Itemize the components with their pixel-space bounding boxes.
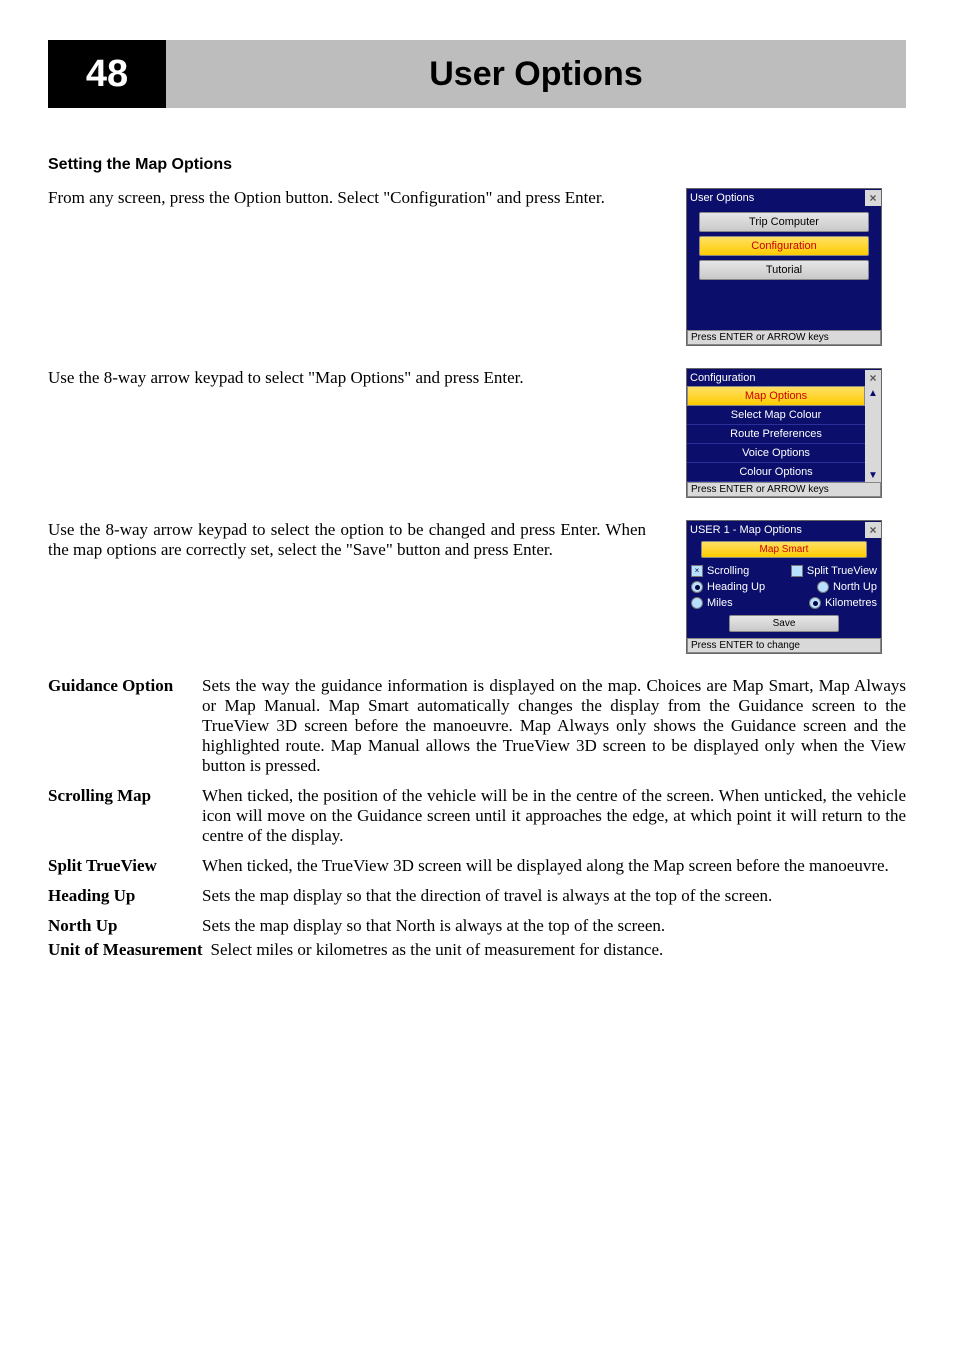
menu-item-map-options: Map Options	[687, 386, 865, 406]
radio-kilometres	[809, 597, 821, 609]
option-row-heading: Heading Up North Up	[691, 579, 877, 595]
def-term: Guidance Option	[48, 676, 198, 696]
radio-north-up	[817, 581, 829, 593]
scroll-up-icon: ▲	[866, 386, 880, 400]
header-bar: 48 User Options	[48, 40, 906, 108]
screen1-title: User Options	[687, 192, 754, 204]
definitions-table: Guidance Option Sets the way the guidanc…	[48, 676, 906, 936]
content-row-2: Use the 8-way arrow keypad to select "Ma…	[48, 368, 906, 510]
checkbox-split-trueview	[791, 565, 803, 577]
def-desc: Sets the map display so that North is al…	[202, 916, 906, 936]
section-title: Setting the Map Options	[48, 156, 906, 174]
def-guidance-option: Guidance Option Sets the way the guidanc…	[48, 676, 906, 776]
def-term: Split TrueView	[48, 856, 198, 876]
label-heading-up: Heading Up	[707, 581, 765, 593]
screen1-status: Press ENTER or ARROW keys	[687, 330, 881, 345]
option-row-scrolling: × Scrolling Split TrueView	[691, 563, 877, 579]
close-icon: ×	[865, 370, 881, 386]
menu-item-voice-options: Voice Options	[687, 444, 865, 463]
def-term: Heading Up	[48, 886, 198, 906]
menu-item-tutorial: Tutorial	[699, 260, 869, 280]
def-split-trueview: Split TrueView When ticked, the TrueView…	[48, 856, 906, 876]
label-scrolling: Scrolling	[707, 565, 749, 577]
option-row-units: Miles Kilometres	[691, 595, 877, 611]
radio-miles	[691, 597, 703, 609]
device-screen-user-options: User Options × Trip Computer Configurati…	[686, 188, 882, 346]
label-split-trueview: Split TrueView	[807, 565, 877, 577]
page-number: 48	[48, 40, 166, 108]
menu-item-configuration: Configuration	[699, 236, 869, 256]
close-icon: ×	[865, 522, 881, 538]
paragraph-1: From any screen, press the Option button…	[48, 188, 686, 208]
paragraph-2: Use the 8-way arrow keypad to select "Ma…	[48, 368, 686, 388]
screen2-title: Configuration	[687, 372, 755, 384]
map-smart-highlight: Map Smart	[701, 541, 867, 558]
menu-item-trip-computer: Trip Computer	[699, 212, 869, 232]
def-desc: Select miles or kilometres as the unit o…	[211, 940, 906, 960]
radio-heading-up	[691, 581, 703, 593]
def-term: North Up	[48, 916, 198, 936]
content-row-3: Use the 8-way arrow keypad to select the…	[48, 520, 906, 666]
def-term: Unit of Measurement	[48, 940, 207, 960]
screen2-status: Press ENTER or ARROW keys	[687, 482, 881, 497]
def-north-up: North Up Sets the map display so that No…	[48, 916, 906, 936]
paragraph-3: Use the 8-way arrow keypad to select the…	[48, 520, 686, 560]
page-title: User Options	[166, 40, 906, 108]
device-screen-map-options: USER 1 - Map Options × Map Smart × Scrol…	[686, 520, 882, 654]
menu-item-select-map-colour: Select Map Colour	[687, 406, 865, 425]
def-desc: When ticked, the TrueView 3D screen will…	[202, 856, 906, 876]
menu-item-colour-options: Colour Options	[687, 463, 865, 482]
def-heading-up: Heading Up Sets the map display so that …	[48, 886, 906, 906]
scroll-down-icon: ▼	[866, 468, 880, 482]
def-scrolling-map: Scrolling Map When ticked, the position …	[48, 786, 906, 846]
def-desc: Sets the way the guidance information is…	[202, 676, 906, 776]
scrollbar: ▲ ▼	[865, 386, 881, 482]
checkbox-scrolling: ×	[691, 565, 703, 577]
def-unit-of-measurement: Unit of Measurement Select miles or kilo…	[48, 940, 906, 960]
save-button: Save	[729, 615, 839, 632]
screen3-status: Press ENTER to change	[687, 638, 881, 653]
label-kilometres: Kilometres	[825, 597, 877, 609]
label-north-up: North Up	[833, 581, 877, 593]
def-desc: When ticked, the position of the vehicle…	[202, 786, 906, 846]
screen3-title: USER 1 - Map Options	[687, 524, 802, 536]
page: 48 User Options Setting the Map Options …	[0, 0, 954, 1000]
label-miles: Miles	[707, 597, 733, 609]
content-row-1: From any screen, press the Option button…	[48, 188, 906, 358]
def-term: Scrolling Map	[48, 786, 198, 806]
def-desc: Sets the map display so that the directi…	[202, 886, 906, 906]
menu-item-route-preferences: Route Preferences	[687, 425, 865, 444]
device-screen-configuration: Configuration × Map Options Select Map C…	[686, 368, 882, 498]
close-icon: ×	[865, 190, 881, 206]
